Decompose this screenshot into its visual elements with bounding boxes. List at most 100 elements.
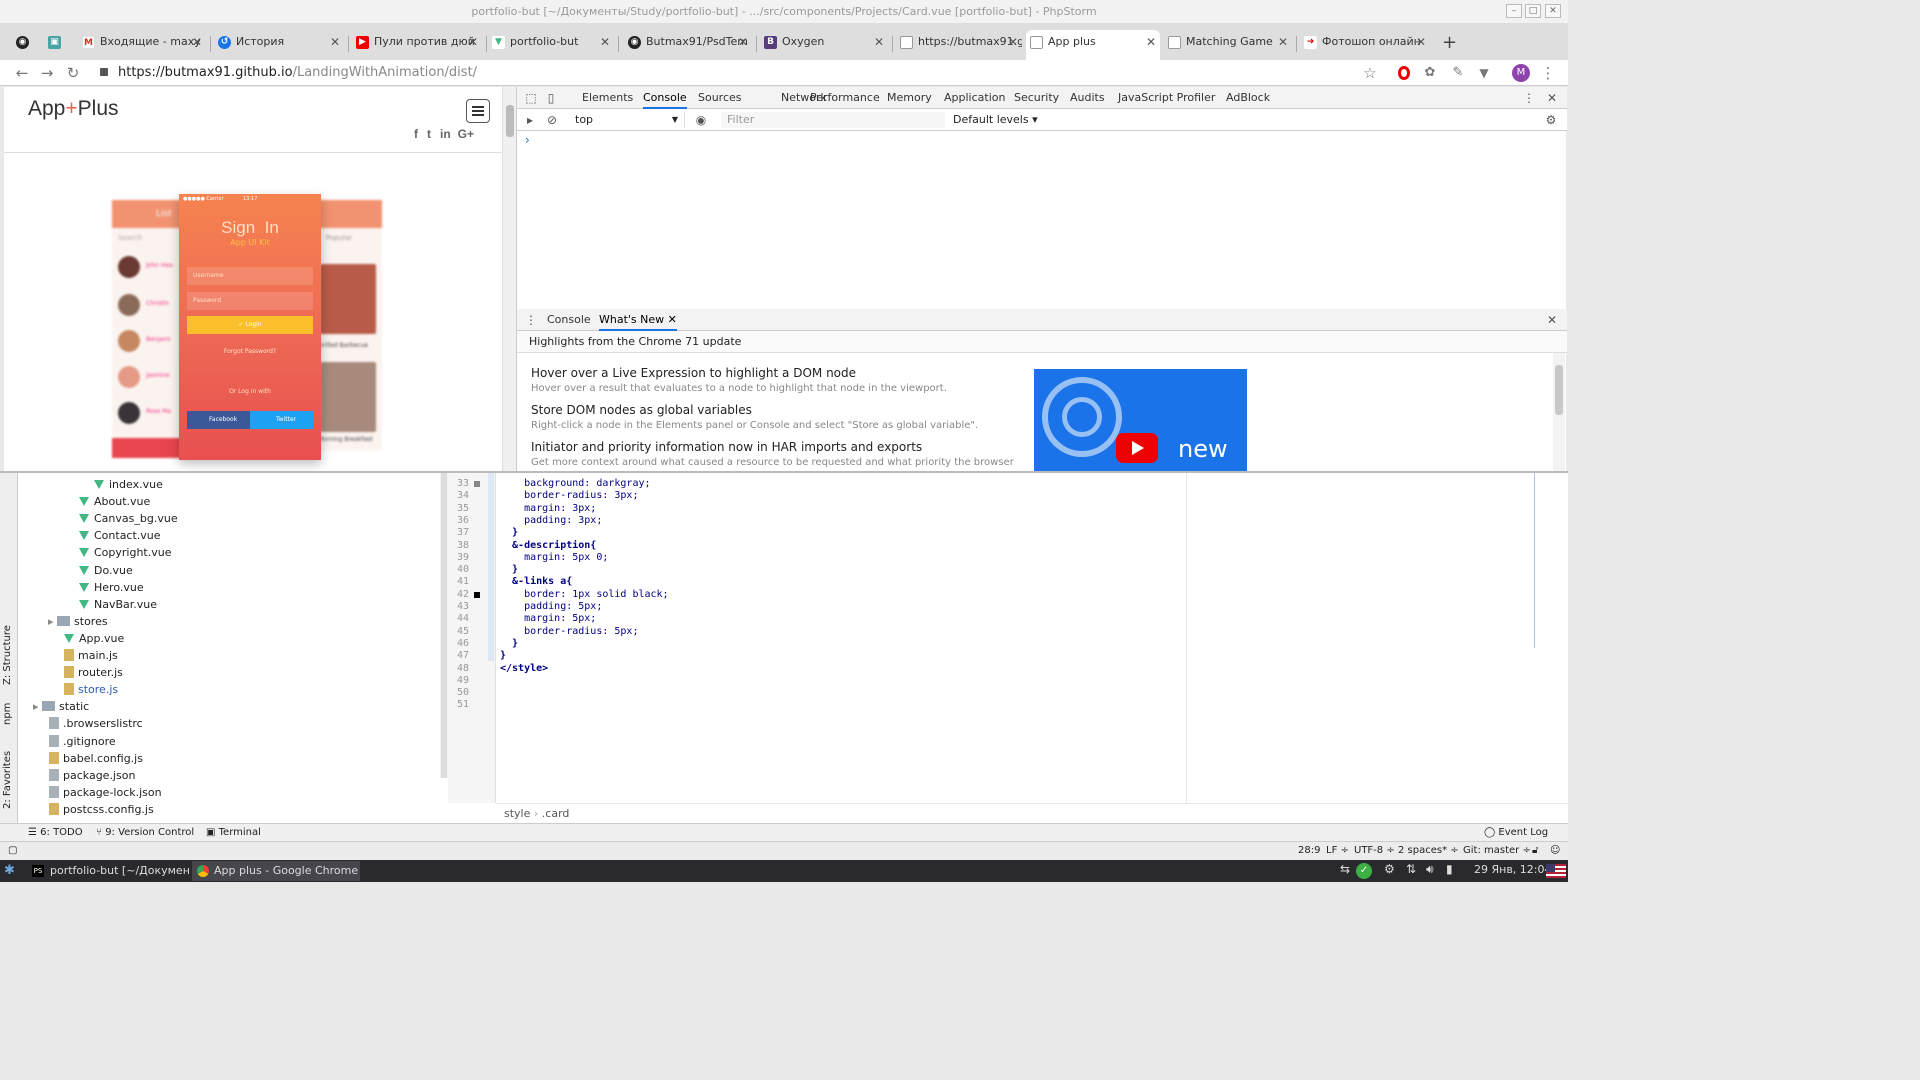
tree-item[interactable]: Contact.vue — [79, 527, 161, 544]
indent-setting[interactable]: 2 spaces* ÷ — [1398, 842, 1459, 860]
whats-new-item-title[interactable]: Initiator and priority information now i… — [531, 440, 922, 454]
drawer-tab-console[interactable]: Console — [547, 309, 591, 331]
close-icon[interactable]: ✕ — [874, 30, 884, 54]
expand-arrow-icon[interactable]: ▸ — [33, 700, 42, 713]
inspect-element-icon[interactable]: ⬚ — [523, 87, 539, 109]
close-icon[interactable]: ✕ — [1146, 30, 1156, 54]
clock[interactable]: 29 Янв, 12:04 — [1474, 863, 1552, 876]
close-icon[interactable]: ✕ — [330, 30, 340, 54]
bookmark-star-icon[interactable]: ☆ — [1360, 63, 1380, 83]
tab-application[interactable]: Application — [944, 87, 1005, 109]
tab-console[interactable]: Console — [643, 87, 687, 109]
tree-item[interactable]: About.vue — [79, 493, 150, 510]
tree-item[interactable]: Hero.vue — [79, 579, 144, 596]
page-scrollbar[interactable] — [502, 87, 516, 471]
tree-item[interactable]: Canvas_bg.vue — [79, 510, 178, 527]
avatar[interactable]: M — [1512, 64, 1530, 82]
tree-item[interactable]: ▸ stores — [48, 613, 108, 630]
eyedropper-extension-icon[interactable]: ✎ — [1448, 63, 1468, 83]
tree-item[interactable]: .browserslistrc — [49, 715, 143, 732]
status-square-icon[interactable]: ▢ — [8, 842, 17, 860]
twitter-icon[interactable]: t — [427, 127, 431, 141]
tab-github-repo[interactable]: ◉ Butmax91/PsdTem ✕ — [624, 30, 752, 60]
tree-item[interactable]: package.json — [49, 767, 135, 784]
whats-new-item-title[interactable]: Hover over a Live Expression to highligh… — [531, 366, 856, 380]
tab-security[interactable]: Security — [1014, 87, 1059, 109]
tab-photoshop[interactable]: ➜ Фотошоп онлайн ✕ — [1300, 30, 1430, 60]
back-button[interactable]: ← — [12, 63, 32, 83]
kebab-menu-icon[interactable]: ⋮ — [1523, 87, 1535, 109]
tab-history[interactable]: ↺ История ✕ — [214, 30, 344, 60]
cursor-position[interactable]: 28:9 — [1298, 842, 1320, 860]
version-control-tool-tab[interactable]: ⑂ 9: Version Control — [96, 824, 194, 841]
pinned-tab-github[interactable]: ◉ — [12, 30, 36, 60]
whats-new-video-thumbnail[interactable]: new — [1034, 369, 1247, 471]
tab-portfolio[interactable]: ▼ portfolio-but ✕ — [488, 30, 614, 60]
vue-devtools-icon[interactable]: ▼ — [1474, 63, 1494, 83]
gutter-marker-icon[interactable] — [474, 591, 480, 598]
maximize-button[interactable]: □ — [1525, 4, 1541, 18]
settings-gear-icon[interactable]: ⚙ — [1543, 109, 1559, 131]
tree-item[interactable]: Do.vue — [79, 562, 133, 579]
close-icon[interactable]: ✕ — [1416, 30, 1426, 54]
tree-item[interactable]: Copyright.vue — [79, 544, 172, 561]
drawer-tab-whats-new[interactable]: What's New ✕ — [599, 309, 677, 331]
tab-memory[interactable]: Memory — [887, 87, 932, 109]
tree-item[interactable]: main.js — [64, 647, 118, 664]
tree-item[interactable]: NavBar.vue — [79, 596, 157, 613]
pinned-tab-app[interactable]: ▣ — [44, 30, 70, 60]
event-log-button[interactable]: ◯ Event Log — [1484, 824, 1548, 841]
close-icon[interactable]: ✕ — [1278, 30, 1288, 54]
context-selector[interactable]: top ▼ — [567, 112, 685, 128]
opera-icon[interactable] — [1398, 66, 1410, 80]
close-drawer-icon[interactable]: ✕ — [1545, 309, 1559, 331]
minimize-button[interactable]: – — [1506, 4, 1522, 18]
paw-extension-icon[interactable]: ✿ — [1420, 63, 1440, 83]
tree-item[interactable]: postcss.config.js — [49, 801, 154, 818]
tree-item[interactable]: .gitignore — [49, 733, 116, 750]
expand-arrow-icon[interactable]: ▸ — [48, 615, 57, 628]
battery-icon[interactable]: ▮ — [1446, 862, 1453, 876]
tree-item[interactable]: router.js — [64, 664, 123, 681]
sidebar-toggle-icon[interactable]: ▸ — [523, 109, 537, 131]
taskbar-item-chrome[interactable]: App plus - Google Chrome — [192, 861, 360, 881]
scrollbar-thumb[interactable] — [1555, 365, 1563, 415]
drawer-scrollbar[interactable] — [1553, 353, 1565, 471]
tab-performance[interactable]: Performance — [810, 87, 880, 109]
transfer-icon[interactable]: ⇅ — [1406, 862, 1416, 876]
close-window-button[interactable]: ✕ — [1545, 4, 1561, 18]
start-menu-icon[interactable]: ✱ — [4, 863, 20, 879]
tab-app-plus[interactable]: App plus ✕ — [1026, 30, 1160, 60]
youtube-play-icon[interactable] — [1116, 433, 1158, 463]
tab-matching-game[interactable]: Matching Game ✕ — [1164, 30, 1292, 60]
npm-tool-tab[interactable]: npm — [2, 703, 13, 725]
update-check-icon[interactable]: ✓ — [1356, 863, 1372, 879]
tab-butmax-site[interactable]: https://butmax91.g ✕ — [896, 30, 1022, 60]
tab-gmail[interactable]: M Входящие - maxy ✕ — [78, 30, 206, 60]
tree-item[interactable]: index.vue — [94, 476, 163, 493]
scrollbar-thumb[interactable] — [506, 105, 514, 137]
breadcrumb-item[interactable]: style — [504, 807, 530, 820]
drawer-menu-icon[interactable]: ⋮ — [525, 309, 537, 331]
tab-sources[interactable]: Sources — [698, 87, 742, 109]
site-logo[interactable]: App+Plus — [28, 97, 119, 121]
tree-item[interactable]: App.vue — [64, 630, 124, 647]
linkedin-icon[interactable]: in — [440, 127, 451, 141]
close-icon[interactable]: ✕ — [468, 30, 478, 54]
twitter-login-button[interactable]: Twitter — [250, 411, 313, 429]
close-icon[interactable]: ✕ — [1008, 30, 1018, 54]
us-flag-icon[interactable] — [1546, 864, 1566, 878]
facebook-login-button[interactable]: Facebook — [187, 411, 250, 429]
menu-icon[interactable]: ⋮ — [1538, 63, 1558, 83]
google-plus-icon[interactable]: G+ — [458, 127, 474, 141]
tree-item[interactable]: package-lock.json — [49, 784, 162, 801]
hamburger-menu-button[interactable] — [466, 99, 490, 123]
settings-icon[interactable]: ⚙ — [1384, 862, 1395, 876]
close-icon[interactable]: ✕ — [192, 30, 202, 54]
password-field[interactable]: Password — [187, 292, 313, 310]
tab-oxygen[interactable]: B Oxygen ✕ — [760, 30, 888, 60]
gutter-marker-icon[interactable] — [474, 481, 480, 487]
breadcrumb-item[interactable]: .card — [542, 807, 570, 820]
clear-console-icon[interactable]: ⊘ — [545, 109, 559, 131]
reload-button[interactable]: ↻ — [63, 63, 83, 83]
